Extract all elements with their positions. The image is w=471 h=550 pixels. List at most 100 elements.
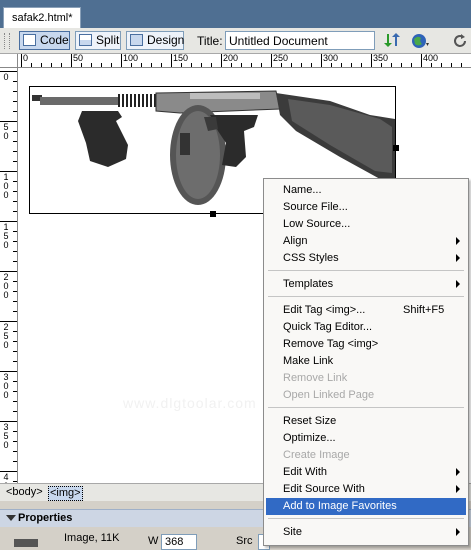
ruler-tick	[71, 54, 72, 67]
ruler-number: 400	[423, 54, 439, 63]
ruler-tick	[431, 63, 432, 67]
ruler-tick	[13, 331, 17, 332]
menu-item-optimize[interactable]: Optimize...	[266, 430, 466, 447]
ruler-tick	[191, 63, 192, 67]
ruler-tick	[381, 63, 382, 67]
menu-item-name[interactable]: Name...	[266, 182, 466, 199]
ruler-tick	[13, 141, 17, 142]
ruler-tick	[451, 63, 452, 67]
ruler-number: 100	[123, 54, 139, 63]
resize-handle-right[interactable]	[393, 145, 399, 151]
ruler-tick	[461, 63, 462, 67]
ruler-tick	[13, 151, 17, 152]
ruler-tick	[13, 91, 17, 92]
submenu-arrow-icon	[456, 237, 460, 245]
menu-item-align[interactable]: Align	[266, 233, 466, 250]
ruler-tick	[13, 111, 17, 112]
menu-item-edit-with[interactable]: Edit With	[266, 464, 466, 481]
ruler-tick	[13, 311, 17, 312]
ruler-tick	[13, 341, 17, 342]
menu-item-add-to-image-favorites[interactable]: Add to Image Favorites	[266, 498, 466, 515]
ruler-tick	[181, 63, 182, 67]
ruler-tick	[13, 191, 17, 192]
ruler-number: 300	[3, 372, 9, 400]
ruler-tick	[151, 63, 152, 67]
ruler-number: 250	[273, 54, 289, 63]
ruler-tick	[13, 181, 17, 182]
properties-title: Properties	[18, 512, 73, 524]
menu-item-remove-tag[interactable]: Remove Tag <img>	[266, 336, 466, 353]
file-management-icon[interactable]	[382, 32, 402, 50]
ruler-tick	[13, 351, 17, 352]
design-view-button[interactable]: Design	[126, 31, 184, 50]
width-input[interactable]: 368	[161, 534, 197, 550]
src-label: Src	[236, 535, 253, 547]
ruler-tick	[13, 381, 17, 382]
ruler-tick	[13, 81, 17, 82]
ruler-tick	[341, 63, 342, 67]
tag-body[interactable]: <body>	[5, 486, 44, 499]
menu-item-make-link[interactable]: Make Link	[266, 353, 466, 370]
menu-item-css-styles[interactable]: CSS Styles	[266, 250, 466, 267]
code-view-label: Code	[40, 33, 69, 47]
vertical-ruler: 0 50 100 150 200 250 300 350 400	[0, 68, 18, 483]
refresh-icon[interactable]	[450, 32, 470, 50]
ruler-number: 400	[3, 472, 9, 484]
ruler-tick	[13, 261, 17, 262]
submenu-arrow-icon	[456, 254, 460, 262]
menu-item-source-file[interactable]: Source File...	[266, 199, 466, 216]
split-view-button[interactable]: Split	[75, 31, 121, 50]
ruler-tick	[351, 63, 352, 67]
menu-item-quick-tag-editor[interactable]: Quick Tag Editor...	[266, 319, 466, 336]
ruler-tick	[121, 54, 122, 67]
ruler-tick	[13, 441, 17, 442]
design-view-icon	[130, 34, 143, 46]
toolbar-grip[interactable]	[4, 33, 10, 49]
ruler-tick	[271, 54, 272, 67]
code-view-button[interactable]: Code	[19, 31, 70, 50]
tag-img[interactable]: <img>	[48, 486, 83, 501]
ruler-tick	[241, 63, 242, 67]
code-view-icon	[23, 34, 36, 46]
document-tab-label: safak2.html*	[12, 12, 73, 24]
ruler-tick	[361, 63, 362, 67]
submenu-arrow-icon	[456, 528, 460, 536]
ruler-tick	[13, 231, 17, 232]
ruler-tick	[441, 63, 442, 67]
ruler-tick	[331, 63, 332, 67]
menu-item-reset-size[interactable]: Reset Size	[266, 413, 466, 430]
ruler-tick	[421, 54, 422, 67]
ruler-tick	[171, 54, 172, 67]
menu-item-templates[interactable]: Templates	[266, 276, 466, 293]
resize-handle-bottom[interactable]	[210, 211, 216, 217]
menu-item-site[interactable]: Site	[266, 524, 466, 541]
preview-in-browser-icon[interactable]	[410, 32, 430, 50]
submenu-arrow-icon	[456, 485, 460, 493]
ruler-number: 100	[3, 172, 9, 200]
ruler-tick	[13, 131, 17, 132]
ruler-tick	[401, 63, 402, 67]
ruler-tick	[13, 301, 17, 302]
menu-item-edit-source-with[interactable]: Edit Source With	[266, 481, 466, 498]
collapse-triangle-icon[interactable]	[6, 515, 16, 521]
ruler-tick	[21, 54, 22, 67]
ruler-tick	[141, 63, 142, 67]
ruler-tick	[13, 101, 17, 102]
title-input[interactable]	[225, 31, 375, 50]
ruler-tick	[41, 63, 42, 67]
ruler-tick	[13, 411, 17, 412]
document-tab[interactable]: safak2.html*	[3, 7, 81, 28]
ruler-tick	[261, 63, 262, 67]
ruler-tick	[111, 63, 112, 67]
ruler-tick	[13, 201, 17, 202]
menu-item-edit-tag[interactable]: Edit Tag <img>... Shift+F5	[266, 302, 466, 319]
ruler-tick	[13, 461, 17, 462]
ruler-tick	[13, 391, 17, 392]
image-summary: Image, 11K	[64, 532, 120, 544]
menu-item-low-source[interactable]: Low Source...	[266, 216, 466, 233]
ruler-tick	[13, 401, 17, 402]
width-label: W	[148, 535, 159, 547]
ruler-tick	[291, 63, 292, 67]
design-view-label: Design	[147, 33, 185, 47]
split-view-label: Split	[96, 33, 120, 47]
